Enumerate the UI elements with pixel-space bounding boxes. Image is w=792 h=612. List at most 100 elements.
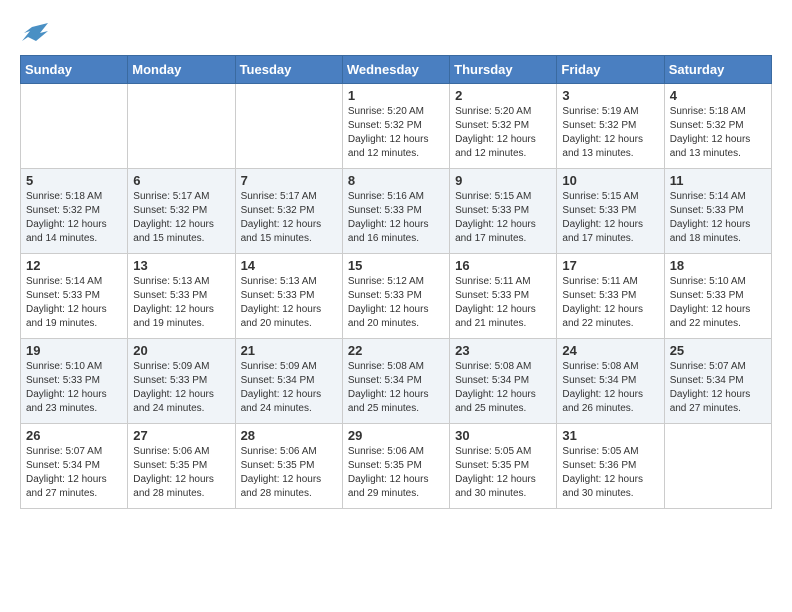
day-number: 12 [26,258,122,273]
day-info: Sunrise: 5:14 AM Sunset: 5:33 PM Dayligh… [670,190,766,246]
day-info: Sunrise: 5:06 AM Sunset: 5:35 PM Dayligh… [348,445,444,501]
calendar-cell: 23Sunrise: 5:08 AM Sunset: 5:34 PM Dayli… [450,339,557,424]
calendar-cell: 26Sunrise: 5:07 AM Sunset: 5:34 PM Dayli… [21,424,128,509]
calendar-cell: 15 Sunrise: 5:12 AM Sunset: 5:33 PM Dayli… [342,254,449,339]
day-info: Sunrise: 5:07 AM Sunset: 5:34 PM Dayligh… [26,445,122,501]
day-number: 1 [348,88,444,103]
calendar-cell: 27 Sunrise: 5:06 AM Sunset: 5:35 PM Dayli… [128,424,235,509]
logo-text [20,20,48,45]
day-number: 29 [348,428,444,443]
calendar-cell: 2 Sunrise: 5:20 AM Sunset: 5:32 PM Daylig… [450,84,557,169]
day-info: Sunrise: 5:11 AM Sunset: 5:33 PM Dayligh… [562,275,658,331]
day-info: Sunrise: 5:10 AM Sunset: 5:33 PM Dayligh… [670,275,766,331]
day-number: 24 [562,343,658,358]
day-info: Sunrise: 5:05 AM Sunset: 5:35 PM Dayligh… [455,445,551,501]
day-info: Sunrise: 5:07 AM Sunset: 5:34 PM Dayligh… [670,360,766,416]
day-info: Sunrise: 5:20 AM Sunset: 5:32 PM Dayligh… [348,105,444,161]
day-info: Sunrise: 5:09 AM Sunset: 5:34 PM Dayligh… [241,360,337,416]
calendar-cell: 16Sunrise: 5:11 AM Sunset: 5:33 PM Dayli… [450,254,557,339]
day-info: Sunrise: 5:16 AM Sunset: 5:33 PM Dayligh… [348,190,444,246]
day-number: 2 [455,88,551,103]
calendar-week-row: 12 Sunrise: 5:14 AM Sunset: 5:33 PM Dayli… [21,254,772,339]
day-info: Sunrise: 5:08 AM Sunset: 5:34 PM Dayligh… [348,360,444,416]
calendar-cell: 12 Sunrise: 5:14 AM Sunset: 5:33 PM Dayli… [21,254,128,339]
weekday-header-tuesday: Tuesday [235,56,342,84]
weekday-header-saturday: Saturday [664,56,771,84]
day-number: 11 [670,173,766,188]
day-info: Sunrise: 5:20 AM Sunset: 5:32 PM Dayligh… [455,105,551,161]
calendar-cell: 1 Sunrise: 5:20 AM Sunset: 5:32 PM Daylig… [342,84,449,169]
calendar-week-row: 26Sunrise: 5:07 AM Sunset: 5:34 PM Dayli… [21,424,772,509]
day-number: 27 [133,428,229,443]
calendar-cell: 4 Sunrise: 5:18 AM Sunset: 5:32 PM Daylig… [664,84,771,169]
calendar-cell: 9 Sunrise: 5:15 AM Sunset: 5:33 PM Daylig… [450,169,557,254]
calendar-week-row: 5Sunrise: 5:18 AM Sunset: 5:32 PM Daylig… [21,169,772,254]
day-number: 10 [562,173,658,188]
calendar-cell: 22 Sunrise: 5:08 AM Sunset: 5:34 PM Dayli… [342,339,449,424]
day-number: 20 [133,343,229,358]
day-info: Sunrise: 5:13 AM Sunset: 5:33 PM Dayligh… [241,275,337,331]
calendar-cell: 29 Sunrise: 5:06 AM Sunset: 5:35 PM Dayli… [342,424,449,509]
day-number: 6 [133,173,229,188]
calendar-cell [235,84,342,169]
day-info: Sunrise: 5:15 AM Sunset: 5:33 PM Dayligh… [455,190,551,246]
calendar-cell: 13 Sunrise: 5:13 AM Sunset: 5:33 PM Dayli… [128,254,235,339]
weekday-header-thursday: Thursday [450,56,557,84]
calendar-cell: 30 Sunrise: 5:05 AM Sunset: 5:35 PM Dayli… [450,424,557,509]
calendar-table: SundayMondayTuesdayWednesdayThursdayFrid… [20,55,772,509]
day-info: Sunrise: 5:06 AM Sunset: 5:35 PM Dayligh… [241,445,337,501]
day-number: 15 [348,258,444,273]
calendar-cell: 20 Sunrise: 5:09 AM Sunset: 5:33 PM Dayli… [128,339,235,424]
calendar-cell [128,84,235,169]
day-info: Sunrise: 5:19 AM Sunset: 5:32 PM Dayligh… [562,105,658,161]
day-info: Sunrise: 5:06 AM Sunset: 5:35 PM Dayligh… [133,445,229,501]
calendar-cell: 3 Sunrise: 5:19 AM Sunset: 5:32 PM Daylig… [557,84,664,169]
calendar-week-row: 19Sunrise: 5:10 AM Sunset: 5:33 PM Dayli… [21,339,772,424]
day-number: 21 [241,343,337,358]
day-info: Sunrise: 5:11 AM Sunset: 5:33 PM Dayligh… [455,275,551,331]
day-number: 3 [562,88,658,103]
calendar-cell [664,424,771,509]
day-info: Sunrise: 5:09 AM Sunset: 5:33 PM Dayligh… [133,360,229,416]
calendar-week-row: 1 Sunrise: 5:20 AM Sunset: 5:32 PM Daylig… [21,84,772,169]
calendar-cell: 18 Sunrise: 5:10 AM Sunset: 5:33 PM Dayli… [664,254,771,339]
weekday-header-monday: Monday [128,56,235,84]
calendar-cell: 31 Sunrise: 5:05 AM Sunset: 5:36 PM Dayli… [557,424,664,509]
calendar-cell: 6Sunrise: 5:17 AM Sunset: 5:32 PM Daylig… [128,169,235,254]
day-info: Sunrise: 5:13 AM Sunset: 5:33 PM Dayligh… [133,275,229,331]
calendar-cell: 5Sunrise: 5:18 AM Sunset: 5:32 PM Daylig… [21,169,128,254]
day-number: 30 [455,428,551,443]
day-number: 25 [670,343,766,358]
calendar-cell: 24 Sunrise: 5:08 AM Sunset: 5:34 PM Dayli… [557,339,664,424]
day-number: 22 [348,343,444,358]
day-info: Sunrise: 5:05 AM Sunset: 5:36 PM Dayligh… [562,445,658,501]
day-number: 9 [455,173,551,188]
day-number: 13 [133,258,229,273]
day-number: 18 [670,258,766,273]
page-header [20,20,772,45]
weekday-header-sunday: Sunday [21,56,128,84]
day-number: 31 [562,428,658,443]
calendar-cell: 11 Sunrise: 5:14 AM Sunset: 5:33 PM Dayli… [664,169,771,254]
day-info: Sunrise: 5:18 AM Sunset: 5:32 PM Dayligh… [26,190,122,246]
calendar-cell [21,84,128,169]
weekday-header-friday: Friday [557,56,664,84]
day-info: Sunrise: 5:08 AM Sunset: 5:34 PM Dayligh… [455,360,551,416]
day-info: Sunrise: 5:15 AM Sunset: 5:33 PM Dayligh… [562,190,658,246]
weekday-header-wednesday: Wednesday [342,56,449,84]
day-number: 14 [241,258,337,273]
day-info: Sunrise: 5:18 AM Sunset: 5:32 PM Dayligh… [670,105,766,161]
calendar-cell: 14 Sunrise: 5:13 AM Sunset: 5:33 PM Dayli… [235,254,342,339]
day-info: Sunrise: 5:17 AM Sunset: 5:32 PM Dayligh… [241,190,337,246]
day-number: 19 [26,343,122,358]
day-number: 4 [670,88,766,103]
day-number: 7 [241,173,337,188]
day-info: Sunrise: 5:08 AM Sunset: 5:34 PM Dayligh… [562,360,658,416]
day-info: Sunrise: 5:12 AM Sunset: 5:33 PM Dayligh… [348,275,444,331]
calendar-header-row: SundayMondayTuesdayWednesdayThursdayFrid… [21,56,772,84]
calendar-cell: 19Sunrise: 5:10 AM Sunset: 5:33 PM Dayli… [21,339,128,424]
day-number: 17 [562,258,658,273]
calendar-cell: 17 Sunrise: 5:11 AM Sunset: 5:33 PM Dayli… [557,254,664,339]
calendar-cell: 8Sunrise: 5:16 AM Sunset: 5:33 PM Daylig… [342,169,449,254]
day-info: Sunrise: 5:14 AM Sunset: 5:33 PM Dayligh… [26,275,122,331]
